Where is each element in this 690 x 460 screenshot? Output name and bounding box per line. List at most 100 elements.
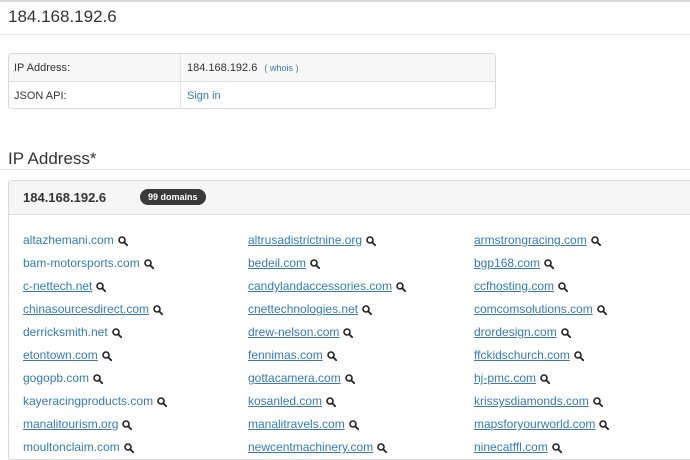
magnifier-icon[interactable]: [117, 236, 128, 246]
domain-item: armstrongracing.com: [474, 233, 601, 247]
whois-link-group[interactable]: ( whois ): [264, 63, 298, 73]
domain-item: derricksmith.net: [23, 325, 122, 339]
magnifier-icon[interactable]: [96, 282, 107, 292]
domain-item: newcentmachinery.com: [248, 440, 388, 454]
magnifier-icon[interactable]: [574, 351, 584, 361]
domain-link[interactable]: chinasourcesdirect.com: [23, 302, 149, 316]
magnifier-icon[interactable]: [544, 259, 555, 269]
magnifier-icon[interactable]: [560, 328, 571, 338]
domain-link[interactable]: candylandaccessories.com: [248, 279, 392, 293]
domain-item: gogopb.com: [23, 371, 104, 385]
domain-link[interactable]: kosanled.com: [248, 394, 322, 408]
domain-link[interactable]: comcomsolutions.com: [474, 302, 593, 316]
magnifier-icon[interactable]: [362, 305, 373, 315]
magnifier-icon[interactable]: [348, 420, 359, 430]
domain-link[interactable]: krissysdiamonds.com: [474, 394, 589, 408]
domain-item: etontown.com: [23, 348, 112, 362]
ip-address-value-group: 184.168.192.6 ( whois ): [187, 62, 298, 74]
domain-item: mapsforyourworld.com: [474, 417, 610, 431]
domain-link[interactable]: kayeracingproducts.com: [23, 394, 153, 408]
domain-link[interactable]: bam-motorsports.com: [23, 256, 140, 270]
domain-item: bgp168.com: [474, 256, 555, 270]
magnifier-icon[interactable]: [344, 374, 355, 384]
domain-item: candylandaccessories.com: [248, 279, 407, 293]
magnifier-icon[interactable]: [153, 305, 164, 315]
magnifier-icon[interactable]: [366, 236, 377, 246]
domain-item: ffckidschurch.com: [474, 348, 584, 362]
whois-close-paren: ): [295, 63, 299, 73]
domain-item: bedeil.com: [248, 256, 321, 270]
domain-link[interactable]: hj-pmc.com: [474, 371, 536, 385]
magnifier-icon[interactable]: [396, 282, 407, 292]
domain-link[interactable]: manalitourism.org: [23, 417, 118, 431]
magnifier-icon[interactable]: [123, 443, 134, 453]
magnifier-icon[interactable]: [558, 282, 569, 292]
section-divider: [0, 169, 690, 170]
page-title: 184.168.192.6: [8, 7, 117, 26]
domain-link[interactable]: mapsforyourworld.com: [474, 417, 595, 431]
domain-item: krissysdiamonds.com: [474, 394, 603, 408]
json-api-row: JSON API: Sign in: [9, 82, 495, 109]
domain-link[interactable]: armstrongracing.com: [474, 233, 587, 247]
domain-link[interactable]: drew-nelson.com: [248, 325, 339, 339]
magnifier-icon[interactable]: [326, 397, 337, 407]
domain-item: drordesign.com: [474, 325, 571, 339]
domain-link[interactable]: drordesign.com: [474, 325, 557, 339]
domain-item: drew-nelson.com: [248, 325, 354, 339]
domain-item: manalitourism.org: [23, 417, 133, 431]
magnifier-icon[interactable]: [93, 374, 104, 384]
domain-item: manalitravels.com: [248, 417, 359, 431]
domain-link[interactable]: ffckidschurch.com: [474, 348, 570, 362]
magnifier-icon[interactable]: [310, 259, 321, 269]
domain-link[interactable]: altrusadistrictnine.org: [248, 233, 362, 247]
domain-link[interactable]: bedeil.com: [248, 256, 306, 270]
domain-link[interactable]: c-nettech.net: [23, 279, 92, 293]
domain-item: bam-motorsports.com: [23, 256, 154, 270]
domain-link[interactable]: gogopb.com: [23, 371, 89, 385]
magnifier-icon[interactable]: [143, 259, 154, 269]
column-divider: [180, 54, 181, 81]
domain-link[interactable]: newcentmachinery.com: [248, 440, 373, 454]
magnifier-icon[interactable]: [596, 305, 607, 315]
domain-link[interactable]: fennimas.com: [248, 348, 323, 362]
magnifier-icon[interactable]: [111, 328, 122, 338]
domain-link[interactable]: altazhemani.com: [23, 233, 114, 247]
magnifier-icon[interactable]: [122, 420, 133, 430]
domain-link[interactable]: ccfhosting.com: [474, 279, 554, 293]
domain-item: moultonclaim.com: [23, 440, 134, 454]
magnifier-icon[interactable]: [343, 328, 354, 338]
domain-item: gottacamera.com: [248, 371, 355, 385]
domain-item: altrusadistrictnine.org: [248, 233, 377, 247]
domain-item: ccfhosting.com: [474, 279, 569, 293]
domain-link[interactable]: ninecatffl.com: [474, 440, 548, 454]
domain-link[interactable]: gottacamera.com: [248, 371, 341, 385]
magnifier-icon[interactable]: [552, 443, 562, 453]
domain-item: fennimas.com: [248, 348, 337, 362]
magnifier-icon[interactable]: [157, 397, 168, 407]
top-border: [0, 0, 690, 2]
section-title: IP Address*: [8, 149, 97, 168]
ip-address-value: 184.168.192.6: [187, 62, 258, 74]
domain-item: chinasourcesdirect.com: [23, 302, 164, 316]
magnifier-icon[interactable]: [599, 420, 610, 430]
sign-in-link[interactable]: Sign in: [187, 90, 221, 102]
magnifier-icon[interactable]: [377, 443, 388, 453]
domain-link[interactable]: cnettechnologies.net: [248, 302, 358, 316]
domain-item: cnettechnologies.net: [248, 302, 373, 316]
magnifier-icon[interactable]: [592, 397, 603, 407]
ip-address-row: IP Address: 184.168.192.6 ( whois ): [9, 54, 495, 82]
domain-link[interactable]: manalitravels.com: [248, 417, 345, 431]
domain-item: ninecatffl.com: [474, 440, 562, 454]
domain-link[interactable]: bgp168.com: [474, 256, 540, 270]
magnifier-icon[interactable]: [326, 351, 337, 361]
domain-link[interactable]: moultonclaim.com: [23, 440, 120, 454]
whois-link[interactable]: whois: [270, 63, 293, 73]
magnifier-icon[interactable]: [540, 374, 551, 384]
domain-link[interactable]: etontown.com: [23, 348, 98, 362]
magnifier-icon[interactable]: [101, 351, 112, 361]
domain-item: hj-pmc.com: [474, 371, 551, 385]
domain-item: kosanled.com: [248, 394, 337, 408]
magnifier-icon[interactable]: [590, 236, 601, 246]
domain-link[interactable]: derricksmith.net: [23, 325, 108, 339]
json-api-label: JSON API:: [14, 90, 67, 102]
